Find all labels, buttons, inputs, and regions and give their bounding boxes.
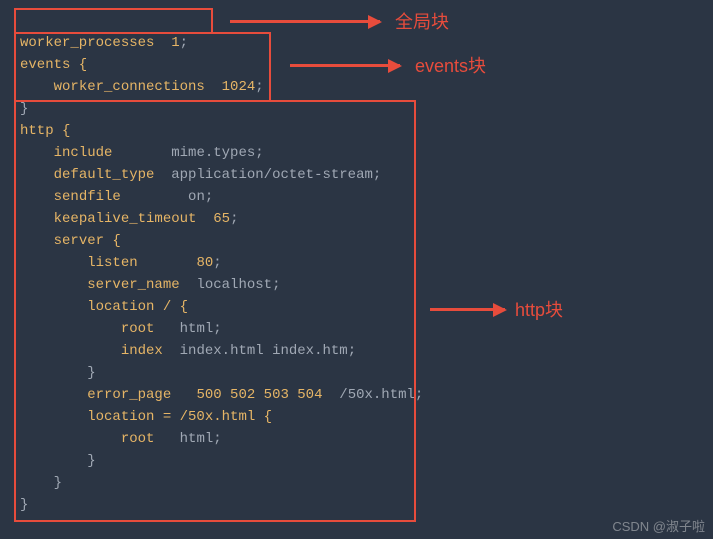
directive: include: [54, 145, 113, 161]
value: index.html index.htm: [180, 343, 348, 359]
annotation-label-events: events块: [415, 52, 486, 78]
directive: error_page: [87, 387, 171, 403]
value: /50x.html: [339, 387, 415, 403]
value: 65: [213, 211, 230, 227]
value: application/octet-stream: [171, 167, 373, 183]
location-open: location = /50x.html {: [87, 409, 272, 425]
value: html: [180, 431, 214, 447]
server-close: }: [54, 475, 62, 491]
directive: keepalive_timeout: [54, 211, 197, 227]
location-open: location / {: [87, 299, 188, 315]
directive: worker_processes: [20, 35, 154, 51]
value: 80: [196, 255, 213, 271]
events-close: }: [20, 101, 28, 117]
arrow-events: [290, 64, 400, 67]
nginx-config-code: worker_processes 1; events { worker_conn…: [0, 0, 713, 526]
directive: index: [121, 343, 163, 359]
arrow-http: [430, 308, 505, 311]
directive: server_name: [87, 277, 179, 293]
value: 1024: [222, 79, 256, 95]
annotation-label-http: http块: [515, 296, 563, 322]
error-codes: 500 502 503 504: [196, 387, 322, 403]
value: html: [180, 321, 214, 337]
value: mime.types: [171, 145, 255, 161]
arrow-global: [230, 20, 380, 23]
http-open: http {: [20, 123, 70, 139]
annotation-label-global: 全局块: [395, 8, 449, 34]
http-close: }: [20, 497, 28, 513]
watermark: CSDN @淑子啦: [612, 516, 705, 535]
location-close: }: [87, 365, 95, 381]
directive: default_type: [54, 167, 155, 183]
value: localhost: [196, 277, 272, 293]
value: on: [188, 189, 205, 205]
directive: worker_connections: [54, 79, 205, 95]
events-open: events {: [20, 57, 87, 73]
directive: root: [121, 431, 155, 447]
directive: listen: [87, 255, 137, 271]
server-open: server {: [54, 233, 121, 249]
value: 1: [171, 35, 179, 51]
location-close: }: [87, 453, 95, 469]
directive: root: [121, 321, 155, 337]
directive: sendfile: [54, 189, 121, 205]
